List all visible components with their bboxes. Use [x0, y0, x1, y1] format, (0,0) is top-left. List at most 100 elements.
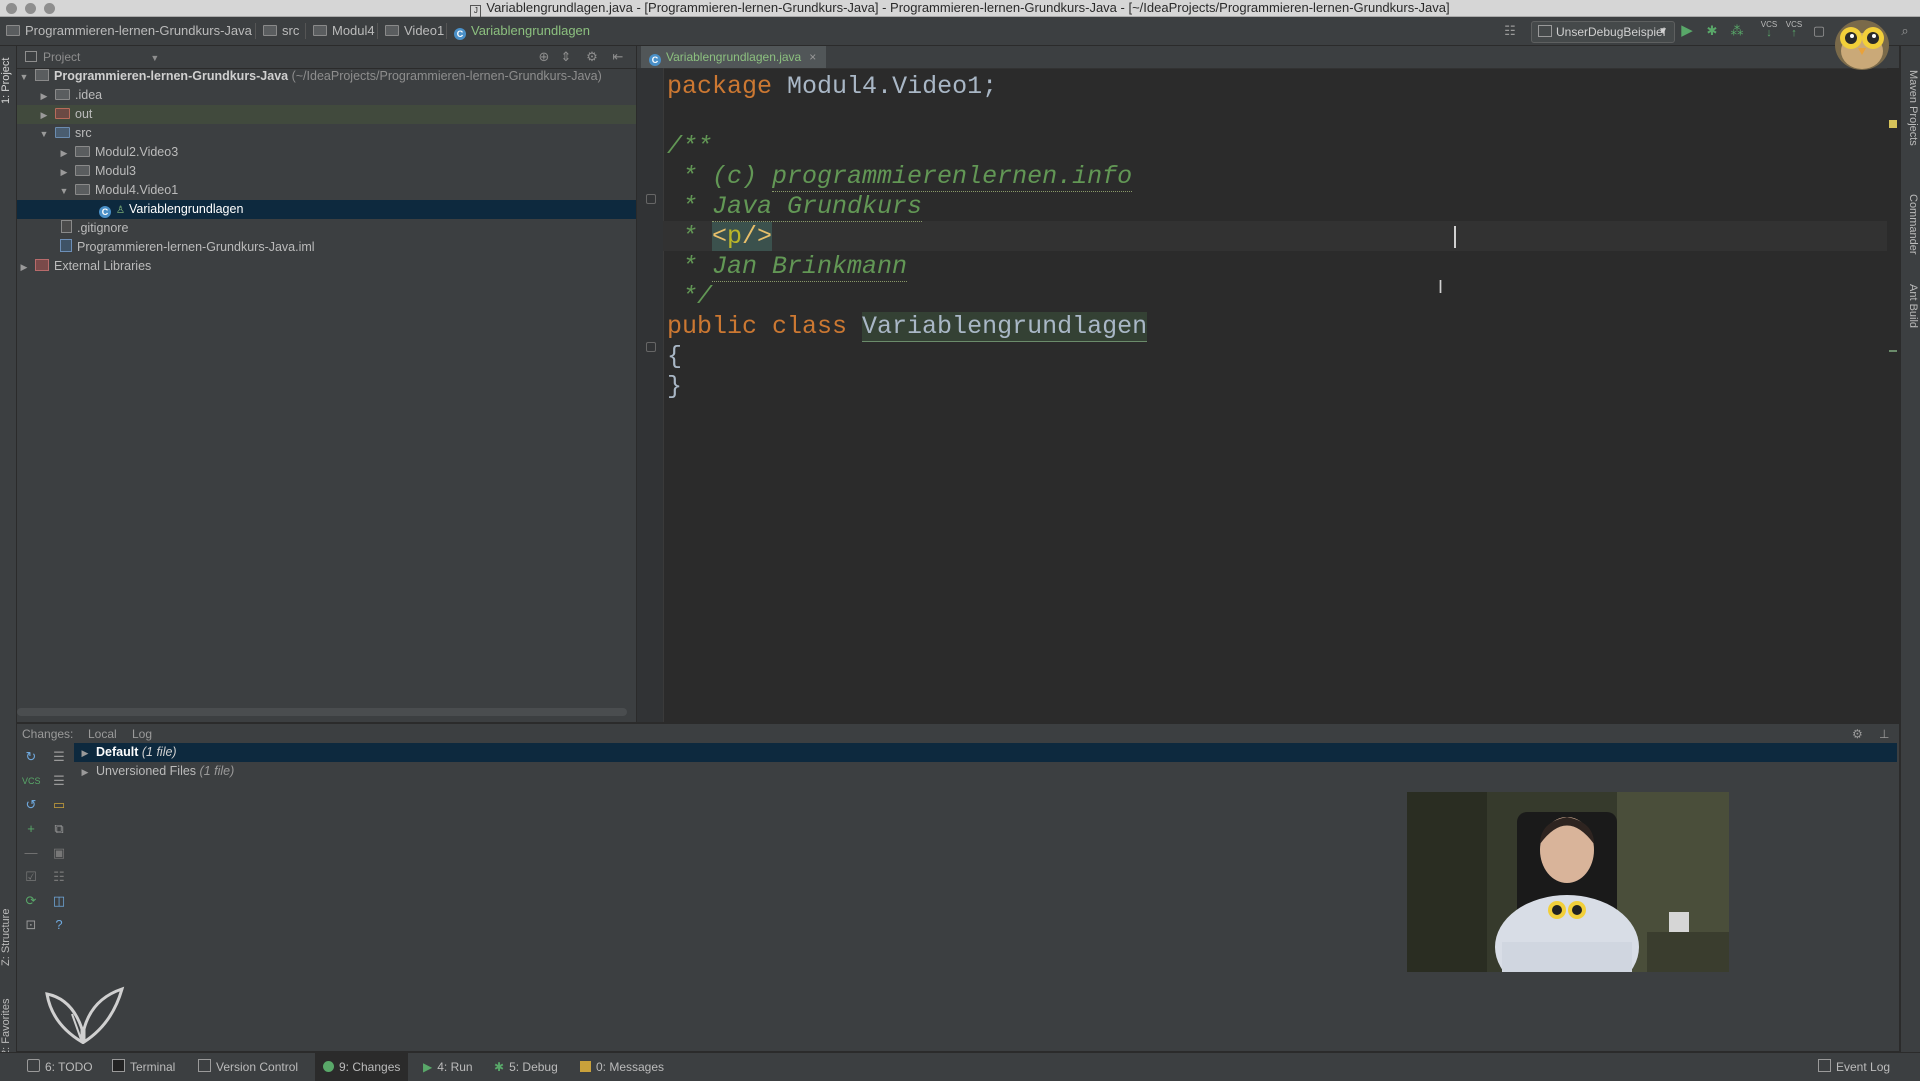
commit-icon[interactable]: VCS — [22, 772, 41, 790]
tool-button-version-control[interactable]: Version Control — [198, 1053, 298, 1081]
changelist-default[interactable]: ▶ Default (1 file) — [74, 743, 1897, 762]
project-view-select[interactable]: Project ▼ — [25, 46, 159, 69]
copy-icon[interactable]: ⧉ — [50, 820, 68, 838]
package-icon — [75, 146, 90, 157]
tree-item-src[interactable]: ▼ src — [17, 124, 636, 143]
close-tab-icon[interactable]: × — [809, 50, 816, 64]
version-control-icon — [198, 1059, 211, 1072]
window-layout-icon[interactable]: ▢ — [1810, 22, 1828, 40]
breadcrumb-project[interactable]: Programmieren-lernen-Grundkurs-Java — [6, 17, 252, 45]
terminal-icon — [112, 1059, 125, 1072]
chevron-down-icon: ▼ — [1658, 26, 1668, 37]
tool-button-todo[interactable]: 6: TODO — [27, 1053, 93, 1081]
rollback-icon[interactable]: ↺ — [22, 796, 40, 814]
run-configuration-select[interactable]: UnserDebugBeispiel ▼ — [1531, 21, 1675, 43]
tree-item-gitignore[interactable]: .gitignore — [17, 219, 636, 238]
tree-item-modul4-video1[interactable]: ▼ Modul4.Video1 — [17, 181, 636, 200]
set-active-icon[interactable]: ☑ — [22, 868, 40, 886]
vcs-update-icon[interactable]: VCS ↓ — [1760, 20, 1778, 39]
fold-icon[interactable] — [646, 342, 656, 352]
shelve-icon[interactable]: ▭ — [50, 796, 68, 814]
chevron-right-icon: ▶ — [81, 767, 89, 777]
inspection-status-icon — [1889, 120, 1897, 128]
refresh-changes-icon[interactable]: ⟳ — [22, 892, 40, 910]
help-icon[interactable]: ? — [50, 916, 68, 934]
tool-window-commander[interactable]: Commander — [1907, 194, 1919, 255]
editor-tab[interactable]: C Variablengrundlagen.java × — [641, 46, 827, 68]
changes-panel: Changes: Local Log ⚙ ⊥ ↻ ☰ VCS ☰ ↺ ▭ + ⧉… — [17, 723, 1899, 1051]
tree-item-variablengrundlagen[interactable]: C ♙ Variablengrundlagen — [17, 200, 636, 219]
remove-changelist-icon[interactable]: — — [22, 844, 40, 862]
code-editor[interactable]: C Variablengrundlagen.java × package Modul… — [637, 46, 1899, 722]
structure-toolbar-icon[interactable]: ☷ — [1501, 22, 1519, 40]
tab-local[interactable]: Local — [88, 724, 117, 744]
tree-item-idea[interactable]: ▶ .idea — [17, 86, 636, 105]
tool-button-messages[interactable]: 0: Messages — [580, 1053, 664, 1081]
text-caret — [1454, 226, 1456, 248]
breadcrumb-video1[interactable]: Video1 — [385, 17, 444, 45]
tool-window-project[interactable]: 1: Project — [0, 58, 12, 104]
hide-panel-icon[interactable]: ⇤ — [609, 48, 627, 66]
tree-item-modul3[interactable]: ▶ Modul3 — [17, 162, 636, 181]
tool-window-ant-build[interactable]: Ant Build — [1907, 284, 1919, 328]
editor-tab-bar: C Variablengrundlagen.java × — [637, 46, 1899, 69]
project-panel-header: Project ▼ ⊕ ⇕ ⚙ ⇤ — [17, 46, 636, 69]
tool-button-run[interactable]: ▶ 4: Run — [423, 1053, 473, 1081]
breadcrumb-class[interactable]: C Variablengrundlagen — [454, 17, 590, 45]
code-line-5: * Java Grundkurs — [667, 192, 923, 222]
vcs-commit-icon[interactable]: VCS ↑ — [1785, 20, 1803, 39]
debug-icon: ✱ — [494, 1060, 505, 1074]
tree-item-project-root[interactable]: ▼ Programmieren-lernen-Grundkurs-Java (~/… — [17, 67, 636, 86]
butterfly-watermark-icon — [45, 986, 125, 1044]
lock-icon[interactable]: ⊡ — [22, 916, 40, 934]
new-changelist-icon[interactable]: + — [22, 820, 40, 838]
tool-window-favorites[interactable]: 2: Favorites — [0, 999, 12, 1056]
error-stripe[interactable] — [1887, 68, 1899, 722]
folder-icon — [263, 25, 277, 36]
fold-icon[interactable] — [646, 194, 656, 204]
collapse-all-icon[interactable]: ⇕ — [557, 48, 575, 66]
group-by-icon[interactable]: ☷ — [50, 868, 68, 886]
tree-item-modul2-video3[interactable]: ▶ Modul2.Video3 — [17, 143, 636, 162]
breadcrumb-modul4[interactable]: Modul4 — [313, 17, 375, 45]
tree-item-iml[interactable]: Programmieren-lernen-Grundkurs-Java.iml — [17, 238, 636, 257]
tool-window-maven[interactable]: Maven Projects — [1907, 70, 1919, 146]
source-folder-icon — [55, 127, 70, 138]
gear-icon[interactable]: ⚙ — [1852, 724, 1863, 744]
class-icon: C — [99, 206, 111, 218]
html-tag-p: <p/> — [712, 222, 773, 251]
folder-icon — [385, 25, 399, 36]
gear-icon[interactable]: ⚙ — [583, 48, 601, 66]
package-icon — [75, 184, 90, 195]
tool-button-debug[interactable]: ✱ 5: Debug — [494, 1053, 558, 1081]
scroll-from-source-icon[interactable]: ⊕ — [535, 48, 553, 66]
class-icon: C — [649, 54, 661, 66]
breadcrumb-src[interactable]: src — [263, 17, 299, 45]
run-icon[interactable]: ▶ — [1678, 22, 1696, 40]
code-line-8: */ — [667, 282, 713, 311]
collapse-all-icon[interactable]: ☰ — [50, 772, 68, 790]
tree-item-out[interactable]: ▶ out — [17, 105, 636, 124]
search-everywhere-icon[interactable]: ⌕ — [1896, 22, 1914, 40]
hide-panel-icon[interactable]: ⊥ — [1879, 724, 1889, 744]
project-icon — [6, 25, 20, 36]
horizontal-scrollbar[interactable] — [17, 708, 627, 716]
run-icon: ▶ — [423, 1060, 433, 1074]
tool-button-terminal[interactable]: Terminal — [112, 1053, 175, 1081]
debug-icon[interactable]: ✱ — [1703, 22, 1721, 40]
changelist-unversioned[interactable]: ▶ Unversioned Files (1 file) — [77, 762, 1897, 781]
diff-icon[interactable]: ▣ — [50, 844, 68, 862]
preview-icon[interactable]: ◫ — [50, 892, 68, 910]
tool-button-changes[interactable]: 9: Changes — [315, 1053, 409, 1081]
module-file-icon — [60, 239, 72, 252]
tool-button-event-log[interactable]: Event Log — [1818, 1053, 1890, 1081]
library-icon — [35, 259, 49, 271]
code-line-1: package Modul4.Video1; — [667, 72, 998, 101]
tree-item-external-libraries[interactable]: ▶ External Libraries — [17, 257, 636, 276]
coverage-icon[interactable]: ⁂ — [1728, 22, 1746, 40]
refresh-icon[interactable]: ↻ — [22, 748, 40, 766]
changes-header: Changes: Local Log ⚙ ⊥ — [17, 724, 1899, 744]
tool-window-structure[interactable]: Z: Structure — [0, 909, 12, 966]
expand-all-icon[interactable]: ☰ — [50, 748, 68, 766]
tab-log[interactable]: Log — [132, 724, 152, 744]
